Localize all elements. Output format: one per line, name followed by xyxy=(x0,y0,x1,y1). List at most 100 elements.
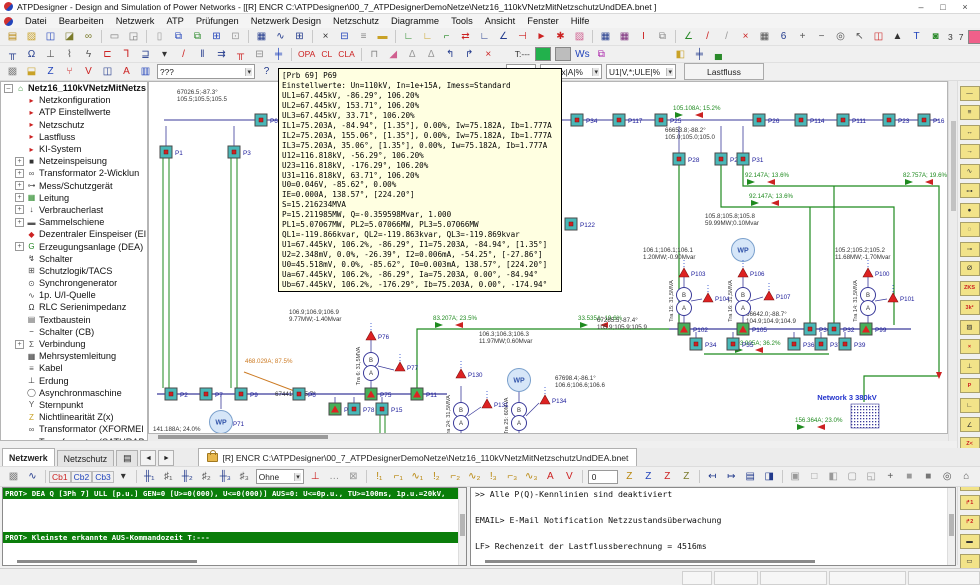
line-gray-icon[interactable]: / xyxy=(717,28,736,45)
expand-icon[interactable]: + xyxy=(15,218,24,227)
mini-chart3-icon[interactable]: ▄ xyxy=(709,46,728,63)
step2-icon[interactable]: ⌐₂ xyxy=(446,468,465,485)
voltage-display-dropdown[interactable]: U1|V,*;ULE|%▾ xyxy=(606,64,676,79)
close-button[interactable]: × xyxy=(954,1,976,13)
external-network-box[interactable] xyxy=(851,404,879,428)
minimize-button[interactable]: – xyxy=(910,1,932,13)
tree-item-atp-einstellwerte[interactable]: ▸ATP Einstellwerte xyxy=(1,106,147,118)
more-icon[interactable]: … xyxy=(325,468,344,485)
protection-relay[interactable] xyxy=(703,293,713,302)
tree-item-leitung[interactable]: +▦Leitung xyxy=(1,192,147,204)
menu-datei[interactable]: Datei xyxy=(19,16,53,26)
canvas-v-scrollbar[interactable] xyxy=(948,81,957,441)
menu-atp[interactable]: ATP xyxy=(160,16,189,26)
list2-icon[interactable]: ◨ xyxy=(760,468,779,485)
window-icon[interactable]: ⊞ xyxy=(290,28,309,45)
msg-v-scrollbar[interactable] xyxy=(947,488,955,565)
tree-item-mehrsystemleitung[interactable]: ▦Mehrsystemleitung xyxy=(1,350,147,362)
save-icon[interactable]: ◫ xyxy=(41,28,60,45)
ampere-icon[interactable]: A xyxy=(117,63,136,80)
menu-tools[interactable]: Tools xyxy=(445,16,479,26)
properties-icon[interactable]: ⊟ xyxy=(335,28,354,45)
nav-left-icon[interactable]: ↤ xyxy=(703,468,722,485)
run-state-button[interactable] xyxy=(535,47,551,61)
protection-relay[interactable] xyxy=(738,268,748,277)
tree-item-erdung[interactable]: ⊥Erdung xyxy=(1,375,147,387)
relay-icon[interactable]: ⊒ xyxy=(136,46,155,63)
find-icon[interactable]: ▲ xyxy=(888,28,907,45)
matrix-icon[interactable]: ▦ xyxy=(596,28,615,45)
eraser-icon[interactable]: ◢ xyxy=(384,46,403,63)
tree-item-lastfluss[interactable]: ▸Lastfluss xyxy=(1,131,147,143)
impedance-icon[interactable]: Ω xyxy=(22,46,41,63)
component-icon-14[interactable]: ⊥ xyxy=(960,359,980,374)
pink-grid-icon[interactable]: ▨ xyxy=(570,28,589,45)
ground-icon[interactable]: ⊥ xyxy=(41,46,60,63)
swap-icon[interactable]: ⇄ xyxy=(456,28,475,45)
component-icon-0[interactable]: — xyxy=(960,86,980,101)
menu-ansicht[interactable]: Ansicht xyxy=(479,16,522,26)
tree-item-synchrongenerator[interactable]: ⊙Synchrongenerator xyxy=(1,277,147,289)
home-icon[interactable]: ⌂ xyxy=(957,468,976,485)
run-icon[interactable]: ► xyxy=(532,28,551,45)
expand-icon[interactable]: + xyxy=(15,242,24,251)
cb2-button[interactable]: Cb2 xyxy=(71,471,93,483)
cb1-button[interactable]: Cb1 xyxy=(49,471,71,483)
block1-icon[interactable]: ■ xyxy=(900,468,919,485)
component-icon-17[interactable]: ∠ xyxy=(960,417,980,432)
zoom-icon[interactable]: ◎ xyxy=(938,468,957,485)
z-icon[interactable]: Z xyxy=(41,63,60,80)
parallel-icon[interactable]: ‖ xyxy=(193,46,212,63)
tools-icon[interactable]: × xyxy=(316,28,335,45)
phase1-icon[interactable]: ╫₁ xyxy=(140,468,159,485)
save-case-icon[interactable]: ⬓ xyxy=(22,63,41,80)
component-icon-10[interactable]: ZKS xyxy=(960,281,980,296)
panel1-icon[interactable]: ▣ xyxy=(786,468,805,485)
fault-icon[interactable]: ⊥ xyxy=(306,468,325,485)
counter-field[interactable]: 0 xyxy=(588,470,618,484)
zoom-reset-icon[interactable]: ◎ xyxy=(831,28,850,45)
print-preview-icon[interactable]: ◲ xyxy=(124,28,143,45)
hatch-icon[interactable]: ▩ xyxy=(3,63,22,80)
draw-line-icon[interactable]: / xyxy=(174,46,193,63)
cb-open-icon[interactable]: ⊏ xyxy=(98,46,117,63)
list1-icon[interactable]: ▤ xyxy=(741,468,760,485)
component-icon-12[interactable]: ▨ xyxy=(960,320,980,335)
tree-item-kabel[interactable]: ≡Kabel xyxy=(1,362,147,374)
phase2-icon[interactable]: ╫₂ xyxy=(178,468,197,485)
alarm3-icon[interactable]: !₃ xyxy=(484,468,503,485)
panel-icon[interactable]: ⊟ xyxy=(250,46,269,63)
connection-line[interactable] xyxy=(468,407,481,416)
component-icon-23[interactable]: ▬ xyxy=(960,534,980,549)
protection-relay[interactable] xyxy=(888,293,898,302)
zoom-in-icon[interactable]: + xyxy=(793,28,812,45)
redo-icon[interactable]: ↱ xyxy=(460,46,479,63)
tree-item-verbraucherlast[interactable]: +↓Verbraucherlast xyxy=(1,204,147,216)
clear-icon[interactable]: ⊠ xyxy=(344,468,363,485)
open-icon[interactable]: ▨ xyxy=(22,28,41,45)
connection-line[interactable] xyxy=(417,329,669,388)
protection-log-panel[interactable]: PROT> DEA Q [3Ph 7] ULL [p.u.] GEN=0 [U>… xyxy=(2,487,467,566)
new-file-icon[interactable]: ▯ xyxy=(150,28,169,45)
undo-icon[interactable]: ↰ xyxy=(441,46,460,63)
waveform-icon[interactable]: ∿ xyxy=(271,28,290,45)
lastfluss-button[interactable]: Lastfluss xyxy=(684,63,764,80)
vn-icon[interactable]: V xyxy=(79,63,98,80)
tree-item-transformator-saturab[interactable]: ∞Transformator (SATURAB xyxy=(1,435,147,441)
mini-chart1-icon[interactable]: ◧ xyxy=(671,46,690,63)
panel4-icon[interactable]: ▢ xyxy=(843,468,862,485)
expand-icon[interactable]: + xyxy=(15,181,24,190)
wave1-icon[interactable]: ∿₁ xyxy=(408,468,427,485)
color-swatch-button[interactable] xyxy=(968,30,980,44)
coil-icon[interactable]: ⌇ xyxy=(60,46,79,63)
menu-netzschutz[interactable]: Netzschutz xyxy=(327,16,385,26)
document-tab[interactable]: [R] ENCR C:\ATPDesigner\00_7_ATPDesigner… xyxy=(198,448,637,466)
menu-netzwerk-design[interactable]: Netzwerk Design xyxy=(245,16,327,26)
crossing-icon[interactable]: ╪ xyxy=(269,46,288,63)
cb-dropdown-icon[interactable]: ▾ xyxy=(114,468,133,485)
menu-bearbeiten[interactable]: Bearbeiten xyxy=(53,16,110,26)
search-combo[interactable]: ???▾ xyxy=(157,64,255,79)
z3-icon[interactable]: Z xyxy=(658,468,677,485)
chart4-icon[interactable]: ∟ xyxy=(475,28,494,45)
mini-chart2-icon[interactable]: ╪ xyxy=(690,46,709,63)
